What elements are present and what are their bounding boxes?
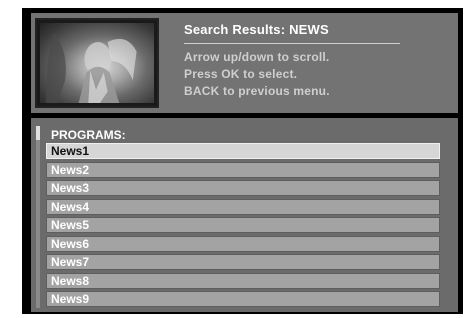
video-preview-image: [40, 23, 154, 103]
list-item-news2[interactable]: News2: [46, 161, 440, 178]
instruction-select: Press OK to select.: [184, 67, 298, 81]
video-preview-graphic: [45, 32, 137, 103]
list-item-news3[interactable]: News3: [46, 180, 440, 196]
programs-panel: PROGRAMS: News1 News2 News3 News4 News5 …: [31, 118, 458, 312]
list-item-news1[interactable]: News1: [46, 143, 440, 159]
programs-label: PROGRAMS:: [51, 128, 126, 142]
list-item-news9[interactable]: News9: [46, 291, 440, 307]
page-title: Search Results: NEWS: [184, 22, 329, 37]
tv-screen: Search Results: NEWS Arrow up/down to sc…: [22, 8, 463, 314]
list-item-news7[interactable]: News7: [46, 254, 440, 270]
list-item-news5[interactable]: News5: [46, 217, 440, 233]
list-item-news6[interactable]: News6: [46, 235, 440, 252]
programs-list: News1 News2 News3 News4 News5 News6 News…: [46, 143, 440, 310]
list-item-news4[interactable]: News4: [46, 198, 440, 215]
video-preview: [35, 18, 159, 108]
header-panel: Search Results: NEWS Arrow up/down to sc…: [31, 13, 458, 113]
instruction-scroll: Arrow up/down to scroll.: [184, 50, 330, 64]
instruction-back: BACK to previous menu.: [184, 84, 330, 98]
scrollbar-thumb[interactable]: [36, 126, 40, 140]
list-item-news8[interactable]: News8: [46, 272, 440, 289]
title-divider: [184, 43, 400, 44]
scrollbar[interactable]: [36, 126, 40, 308]
